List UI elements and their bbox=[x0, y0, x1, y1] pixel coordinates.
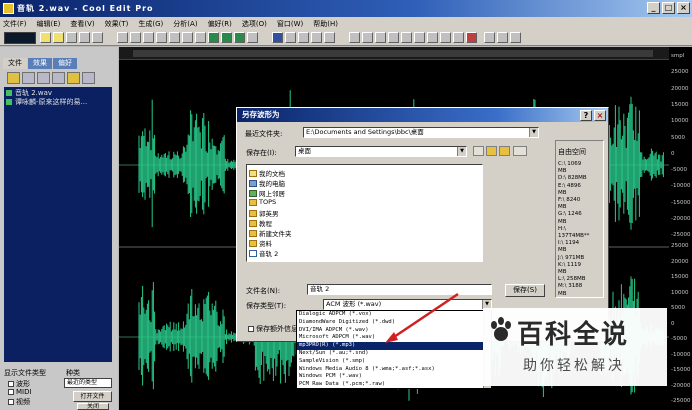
paw-logo-icon bbox=[491, 317, 511, 341]
cool-edit-window: 音轨 2.wav - Cool Edit Pro _ □ × 文件(F) 编辑(… bbox=[0, 0, 692, 410]
brand-slogan: 助你轻松解决 bbox=[523, 358, 625, 374]
brand-name: 百科全说 bbox=[517, 320, 630, 350]
watermark: 百科全说 助你轻松解决 bbox=[483, 308, 667, 386]
